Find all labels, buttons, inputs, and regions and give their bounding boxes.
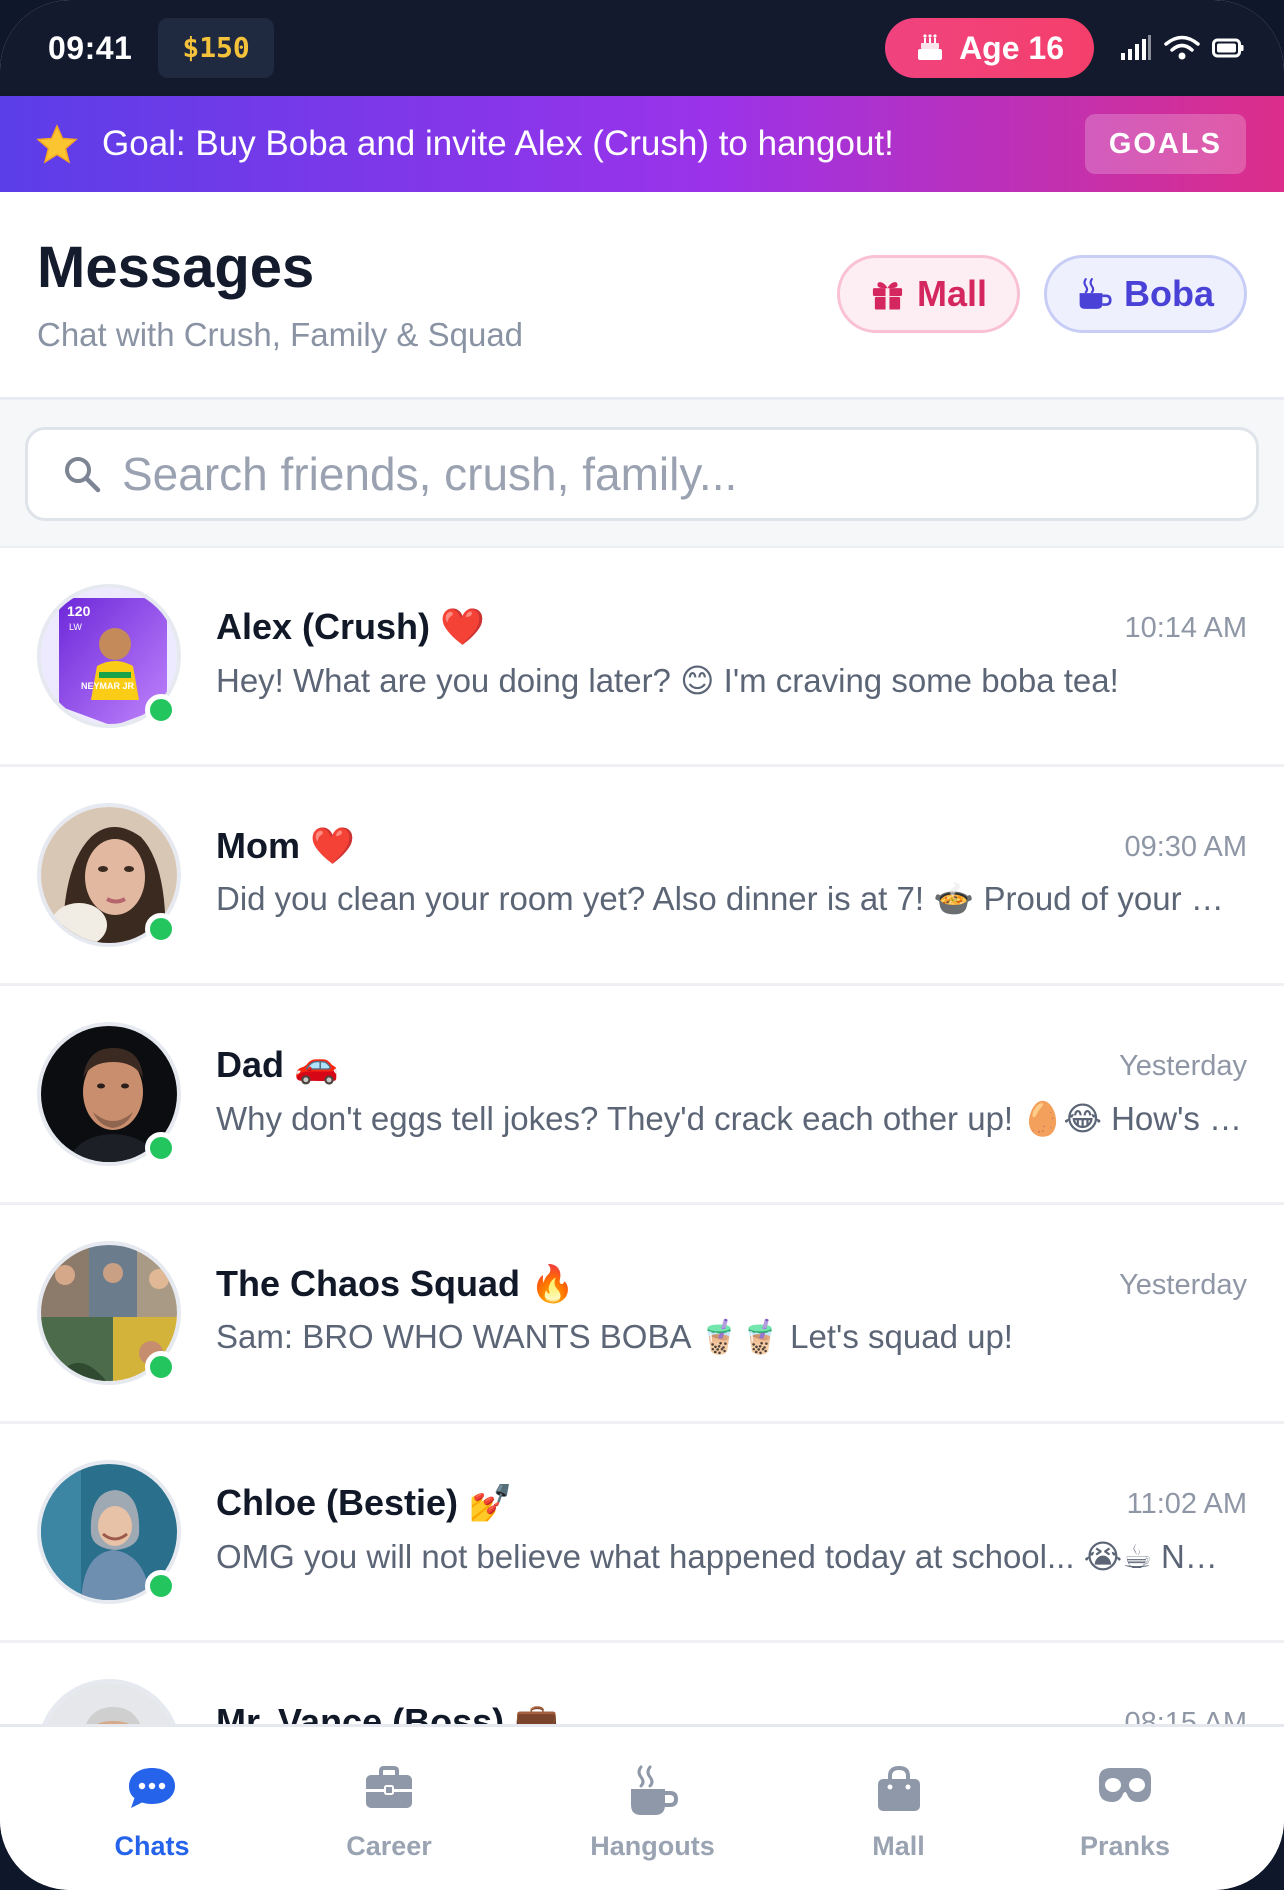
online-status-dot [145, 1132, 177, 1164]
chat-name: Chloe (Bestie) 💅 [216, 1482, 513, 1523]
nav-hangouts[interactable]: Hangouts [474, 1727, 831, 1890]
chat-time: Yesterday [1119, 1050, 1247, 1082]
goal-banner[interactable]: Goal: Buy Boba and invite Alex (Crush) t… [0, 96, 1284, 192]
nav-label: Chats [114, 1831, 190, 1861]
nav-label: Hangouts [590, 1831, 715, 1861]
search-box[interactable] [25, 427, 1259, 521]
nav-label: Mall [872, 1831, 925, 1861]
chat-name: Dad 🚗 [216, 1044, 339, 1085]
nav-label: Career [346, 1831, 432, 1861]
chat-row-chloe[interactable]: Chloe (Bestie) 💅 11:02 AM OMG you will n… [0, 1424, 1284, 1643]
hot-drink-icon [1079, 278, 1112, 309]
shopping-bag-icon [877, 1765, 920, 1811]
status-bar: 09:41 $150 Age 16 [0, 0, 1284, 96]
chat-preview: Did you clean your room yet? Also dinner… [216, 880, 1224, 917]
bottom-nav: Chats Career Hangouts Mall Pranks [0, 1724, 1284, 1890]
clock: 09:41 [48, 29, 133, 66]
chat-time: 11:02 AM [1126, 1488, 1247, 1520]
chat-time: Yesterday [1119, 1269, 1247, 1301]
nav-label: Pranks [1079, 1831, 1171, 1861]
mug-icon [630, 1765, 678, 1815]
age-label: Age 16 [959, 29, 1064, 66]
chat-name: Alex (Crush) ❤️ [216, 606, 485, 647]
chat-list: 120 LW NEYMAR JR Alex (Crush) ❤️ 10:14 A… [0, 548, 1284, 1724]
nav-pranks[interactable]: Pranks [966, 1727, 1284, 1890]
svg-text:LW: LW [69, 622, 82, 632]
battery-icon [1212, 38, 1244, 58]
wifi-icon [1164, 35, 1200, 60]
chat-name: Mom ❤️ [216, 825, 355, 866]
chat-preview: OMG you will not believe what happened t… [216, 1538, 1218, 1575]
chat-time: 10:14 AM [1124, 612, 1247, 644]
system-icons [1120, 35, 1244, 61]
chat-time: 09:30 AM [1124, 831, 1247, 863]
chat-row-mr-vance[interactable]: Mr. Vance (Boss) 💼 08:15 AM [0, 1643, 1284, 1724]
chat-time: 08:15 AM [1124, 1707, 1247, 1724]
page-subtitle: Chat with Crush, Family & Squad [37, 316, 524, 353]
phone-screen: 09:41 $150 Age 16 Goal: Buy Boba and inv… [0, 0, 1284, 1890]
star-icon [36, 124, 78, 164]
svg-text:NEYMAR JR: NEYMAR JR [81, 681, 135, 691]
signal-icon [1121, 35, 1151, 60]
chat-row-mom[interactable]: Mom ❤️ 09:30 AM Did you clean your room … [0, 767, 1284, 986]
search-input[interactable] [122, 447, 1222, 501]
chat-preview: Why don't eggs tell jokes? They'd crack … [216, 1100, 1243, 1137]
briefcase-icon [366, 1766, 412, 1808]
chat-row-dad[interactable]: Dad 🚗 Yesterday Why don't eggs tell joke… [0, 986, 1284, 1205]
age-badge[interactable]: Age 16 [885, 18, 1094, 78]
search-icon [65, 457, 101, 493]
nav-chats[interactable]: Chats [0, 1727, 304, 1890]
chat-bubble-icon [129, 1768, 175, 1808]
gift-icon [872, 282, 903, 310]
chat-name: Mr. Vance (Boss) 💼 [216, 1701, 559, 1724]
nav-career[interactable]: Career [304, 1727, 474, 1890]
messages-header: Messages Chat with Crush, Family & Squad… [0, 192, 1284, 400]
boba-button[interactable]: Boba [1044, 255, 1247, 333]
chat-name: The Chaos Squad 🔥 [216, 1263, 575, 1304]
page-title: Messages [37, 235, 315, 300]
mall-button[interactable]: Mall [837, 255, 1020, 333]
nav-mall[interactable]: Mall [831, 1727, 966, 1890]
goal-text: Goal: Buy Boba and invite Alex (Crush) t… [102, 124, 894, 163]
avatar [37, 1679, 181, 1724]
money-balance: $150 [158, 18, 274, 78]
goals-button[interactable]: GOALS [1084, 114, 1246, 174]
portrait-avatar [41, 1683, 177, 1724]
mask-icon [1099, 1768, 1151, 1802]
search-area [0, 400, 1284, 548]
mall-label: Mall [916, 273, 987, 314]
online-status-dot [145, 913, 177, 945]
chat-row-chaos-squad[interactable]: The Chaos Squad 🔥 Yesterday Sam: BRO WHO… [0, 1205, 1284, 1424]
chat-preview: Hey! What are you doing later? 😊 I'm cra… [216, 662, 1119, 699]
svg-text:120: 120 [67, 603, 91, 619]
online-status-dot [145, 1570, 177, 1602]
online-status-dot [145, 694, 177, 726]
chat-row-alex[interactable]: 120 LW NEYMAR JR Alex (Crush) ❤️ 10:14 A… [0, 548, 1284, 767]
chat-preview: Sam: BRO WHO WANTS BOBA 🧋🧋 Let's squad u… [216, 1318, 1013, 1355]
boba-label: Boba [1124, 273, 1214, 314]
online-status-dot [145, 1351, 177, 1383]
birthday-cake-icon [918, 34, 943, 60]
